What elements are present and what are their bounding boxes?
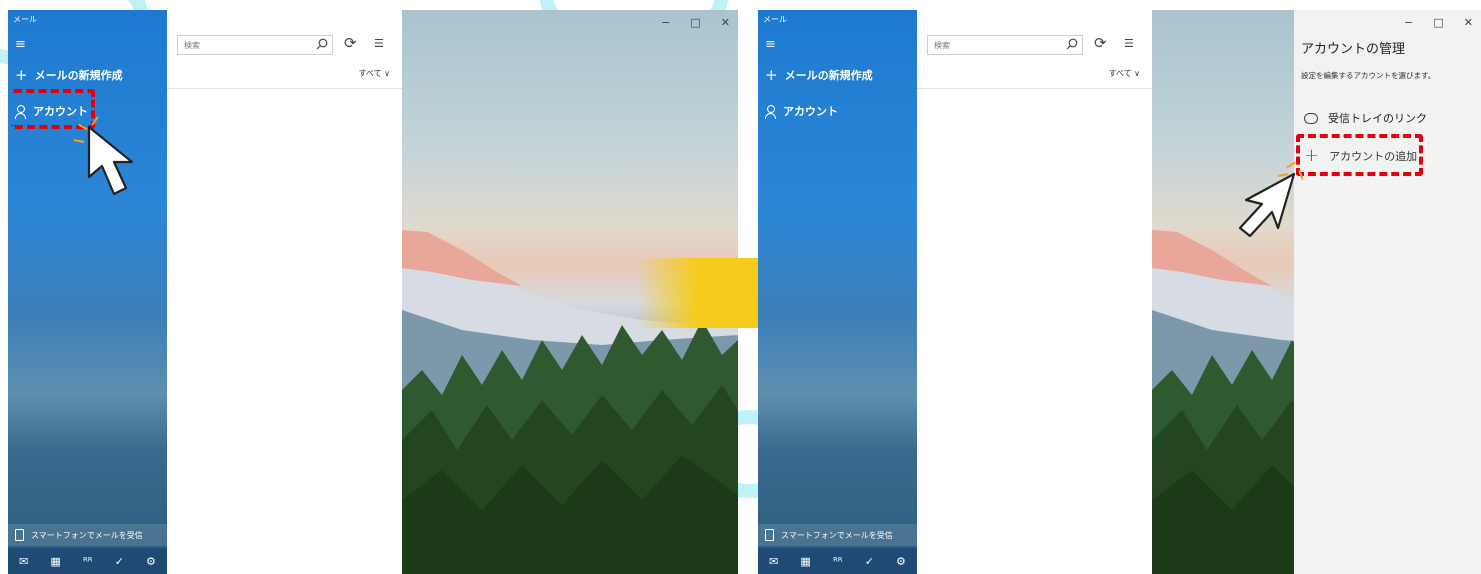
todo-icon[interactable]: ✓	[865, 555, 874, 568]
calendar-icon[interactable]: ▦	[50, 555, 60, 568]
maximize-button[interactable]: □	[690, 16, 700, 29]
new-mail-label: メールの新規作成	[34, 69, 123, 82]
sidebar: メール ≡ + メールの新規作成 アカウント スマートフォンでメールを受信 ✉ …	[758, 10, 917, 574]
filter-dropdown[interactable]: すべて ∨	[1108, 68, 1140, 79]
settings-icon[interactable]: ⚙	[896, 555, 906, 568]
select-mode-icon[interactable]: ☰	[374, 37, 384, 50]
phone-label: スマートフォンでメールを受信	[31, 530, 143, 540]
search-placeholder: 検索	[934, 41, 950, 50]
highlight-box-accounts	[11, 89, 95, 129]
filter-dropdown[interactable]: すべて ∨	[358, 68, 390, 79]
search-placeholder: 検索	[184, 41, 200, 50]
mouse-cursor-icon	[87, 125, 134, 196]
bottom-nav: ✉ ▦ ᴿᴿ ✓ ⚙	[758, 548, 917, 574]
window-controls: − □ ✕	[1404, 16, 1473, 29]
search-input[interactable]: 検索	[927, 35, 1083, 55]
plus-icon: +	[15, 66, 28, 84]
calendar-icon[interactable]: ▦	[800, 555, 810, 568]
people-icon[interactable]: ᴿᴿ	[83, 555, 93, 568]
maximize-button[interactable]: □	[1433, 16, 1443, 29]
search-icon[interactable]	[1066, 38, 1078, 50]
plus-icon: +	[765, 66, 778, 84]
settings-icon[interactable]: ⚙	[146, 555, 156, 568]
mouse-cursor-icon	[1238, 172, 1296, 238]
sync-icon[interactable]: ⟳	[344, 36, 357, 51]
get-mail-on-phone-button[interactable]: スマートフォンでメールを受信	[758, 524, 917, 546]
message-list-pane: 検索 ⟳ ☰ すべて ∨	[167, 10, 402, 574]
hamburger-menu-icon[interactable]: ≡	[15, 38, 26, 51]
app-title: メール	[13, 15, 37, 24]
todo-icon[interactable]: ✓	[115, 555, 124, 568]
new-mail-label: メールの新規作成	[784, 69, 873, 82]
manage-accounts-description: 設定を編集するアカウントを選びます。	[1301, 71, 1436, 80]
message-list-pane: 検索 ⟳ ☰ すべて ∨	[917, 10, 1152, 574]
divider	[917, 88, 1152, 89]
hamburger-menu-icon[interactable]: ≡	[765, 38, 776, 51]
mail-window-after: メール ≡ + メールの新規作成 アカウント スマートフォンでメールを受信 ✉ …	[758, 10, 1481, 574]
mail-window-before: メール ≡ + メールの新規作成 アカウント スマートフォンでメールを受信 ✉ …	[8, 10, 738, 574]
get-mail-on-phone-button[interactable]: スマートフォンでメールを受信	[8, 524, 167, 546]
manage-accounts-pane: − □ ✕ アカウントの管理 設定を編集するアカウントを選びます。 受信トレイの…	[1294, 10, 1481, 574]
phone-label: スマートフォンでメールを受信	[781, 530, 893, 540]
bottom-nav: ✉ ▦ ᴿᴿ ✓ ⚙	[8, 548, 167, 574]
minimize-button[interactable]: −	[661, 16, 670, 29]
mail-icon[interactable]: ✉	[19, 555, 28, 568]
select-mode-icon[interactable]: ☰	[1124, 37, 1134, 50]
app-title: メール	[763, 15, 787, 24]
accounts-button[interactable]: アカウント	[765, 103, 838, 119]
people-icon[interactable]: ᴿᴿ	[833, 555, 843, 568]
new-mail-button[interactable]: + メールの新規作成	[15, 66, 123, 84]
divider	[167, 88, 402, 89]
search-icon[interactable]	[316, 38, 328, 50]
minimize-button[interactable]: −	[1404, 16, 1413, 29]
close-button[interactable]: ✕	[1464, 16, 1473, 29]
accounts-label: アカウント	[783, 105, 838, 118]
link-inboxes-button[interactable]: 受信トレイのリンク	[1304, 110, 1427, 126]
highlight-box-add-account	[1296, 134, 1423, 176]
manage-accounts-title: アカウントの管理	[1301, 42, 1406, 57]
person-icon	[765, 104, 776, 119]
new-mail-button[interactable]: + メールの新規作成	[765, 66, 873, 84]
search-input[interactable]: 検索	[177, 35, 333, 55]
window-controls: − □ ✕	[661, 16, 730, 29]
sync-icon[interactable]: ⟳	[1094, 36, 1107, 51]
link-icon	[1304, 112, 1318, 124]
link-inboxes-label: 受信トレイのリンク	[1328, 112, 1427, 125]
mail-icon[interactable]: ✉	[769, 555, 778, 568]
phone-icon	[15, 529, 24, 541]
close-button[interactable]: ✕	[721, 16, 730, 29]
phone-icon	[765, 529, 774, 541]
